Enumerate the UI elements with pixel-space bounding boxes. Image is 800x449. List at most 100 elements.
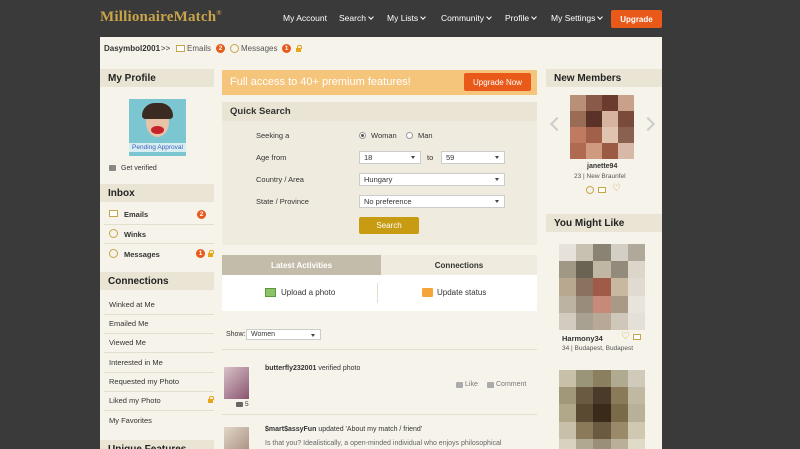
inbox-messages-link[interactable]: Messages [124, 250, 160, 259]
photo-pixel [576, 438, 594, 449]
upgrade-button[interactable]: Upgrade [611, 10, 662, 28]
nav-my-lists[interactable]: My Lists [387, 13, 427, 23]
photo-pixel [593, 387, 611, 405]
photo-pixel [610, 387, 628, 405]
heart-icon[interactable]: ♡ [612, 184, 621, 194]
show-filter-select[interactable]: Women [246, 329, 321, 340]
photo-pixel [593, 244, 611, 262]
feed-username-link[interactable]: butterfly232001 [265, 365, 316, 372]
photo-pixel [627, 421, 645, 439]
photo-pixel [593, 438, 611, 449]
search-button[interactable]: Search [359, 217, 419, 234]
breadcrumb-messages-link[interactable]: Messages [241, 44, 277, 53]
wink-icon[interactable] [586, 186, 594, 194]
tab-latest-activities[interactable]: Latest Activities [222, 255, 381, 275]
update-status-link[interactable]: Update status [437, 288, 486, 297]
connection-winked-at-me[interactable]: Winked at Me [109, 300, 155, 309]
logo-reg-mark: ® [216, 9, 222, 17]
chevron-down-icon [597, 14, 604, 20]
heart-icon[interactable]: ♡ [621, 332, 630, 342]
carousel-next-icon[interactable] [640, 116, 656, 132]
age-from-select[interactable]: 18 [359, 151, 421, 164]
comment-button[interactable]: Comment [496, 381, 526, 388]
like-button[interactable]: Like [465, 381, 478, 388]
inbox-winks-link[interactable]: Winks [124, 230, 146, 239]
photo-pixel [586, 95, 602, 111]
photo-pixel [618, 95, 634, 111]
breadcrumb-emails-link[interactable]: Emails [187, 44, 211, 53]
woman-radio[interactable] [359, 132, 366, 139]
feed-user-avatar[interactable] [224, 367, 249, 399]
envelope-icon[interactable] [633, 334, 641, 340]
tab-connections[interactable]: Connections [381, 255, 537, 275]
quick-search-panel: Quick Search Seeking a Woman Man Age fro… [222, 102, 537, 245]
connection-interested-in-me[interactable]: Interested in Me [109, 358, 163, 367]
connection-my-favorites[interactable]: My Favorites [109, 416, 152, 425]
inbox-heading: Inbox [100, 184, 214, 202]
lock-icon [208, 396, 214, 403]
upgrade-now-button[interactable]: Upgrade Now [464, 73, 531, 91]
upload-photo-link[interactable]: Upload a photo [281, 288, 335, 297]
man-radio[interactable] [406, 132, 413, 139]
new-member-photo[interactable] [570, 95, 634, 159]
nav-my-account[interactable]: My Account [283, 13, 327, 23]
pending-approval-label: Pending Approval [129, 143, 186, 152]
my-profile-heading: My Profile [100, 69, 214, 87]
carousel-prev-icon[interactable] [549, 116, 565, 132]
new-members-heading: New Members [546, 69, 662, 87]
connection-liked-my-photo[interactable]: Liked my Photo [109, 396, 161, 405]
lock-icon [208, 250, 214, 257]
profile-photo[interactable]: Pending Approval [129, 99, 186, 156]
logo[interactable]: MillionaireMatch® [100, 9, 222, 26]
feed-username-link[interactable]: $mart$assyFun [265, 426, 316, 433]
country-select[interactable]: Hungary [359, 173, 505, 186]
breadcrumb-username[interactable]: Dasymbol2001 [104, 44, 160, 53]
envelope-icon[interactable] [598, 187, 606, 193]
nav-search[interactable]: Search [339, 13, 374, 23]
feed-user-avatar[interactable] [224, 427, 249, 449]
state-select[interactable]: No preference [359, 195, 505, 208]
state-label: State / Province [256, 197, 309, 206]
photo-pixel [576, 370, 594, 388]
inbox-emails-badge: 2 [197, 210, 206, 219]
suggested-member-photo[interactable] [559, 370, 645, 449]
suggested-member-name[interactable]: Harmony34 [562, 334, 603, 343]
new-member-name[interactable]: janette94 [587, 163, 617, 170]
photo-pixel [610, 244, 628, 262]
photo-pixel [559, 261, 577, 279]
photo-pixel [576, 261, 594, 279]
nav-my-settings[interactable]: My Settings [551, 13, 604, 23]
photo-pixel [627, 312, 645, 330]
comment-icon [487, 382, 494, 388]
photo-pixel [559, 278, 577, 296]
photo-pixel [610, 404, 628, 422]
connection-viewed-me[interactable]: Viewed Me [109, 338, 146, 347]
nav-community[interactable]: Community [441, 13, 492, 23]
connection-emailed-me[interactable]: Emailed Me [109, 319, 149, 328]
feed-excerpt: Is that you? Idealistically, a open-mind… [265, 440, 502, 447]
photo-pixel [610, 421, 628, 439]
connection-requested-my-photo[interactable]: Requested my Photo [109, 377, 179, 386]
envelope-icon [109, 210, 118, 217]
photo-pixel [610, 370, 628, 388]
photo-pixel [570, 127, 586, 143]
camera-icon [236, 402, 243, 407]
age-to-select[interactable]: 59 [441, 151, 505, 164]
get-verified-link[interactable]: Get verified [121, 165, 157, 172]
photo-pixel [618, 127, 634, 143]
divider [222, 349, 537, 350]
photo-pixel [593, 278, 611, 296]
photo-pixel [559, 312, 577, 330]
inbox-emails-link[interactable]: Emails [124, 210, 148, 219]
photo-pixel [576, 404, 594, 422]
photo-pixel [610, 295, 628, 313]
main-container: Dasymbol2001 >> Emails 2 Messages 1 My P… [100, 37, 662, 449]
divider [104, 333, 214, 334]
divider [104, 314, 214, 315]
photo-pixel [576, 244, 594, 262]
suggested-member-photo[interactable] [559, 244, 645, 330]
photo-pixel [559, 244, 577, 262]
envelope-icon [176, 45, 185, 52]
inbox-messages-badge: 1 [196, 249, 205, 258]
nav-profile[interactable]: Profile [505, 13, 537, 23]
